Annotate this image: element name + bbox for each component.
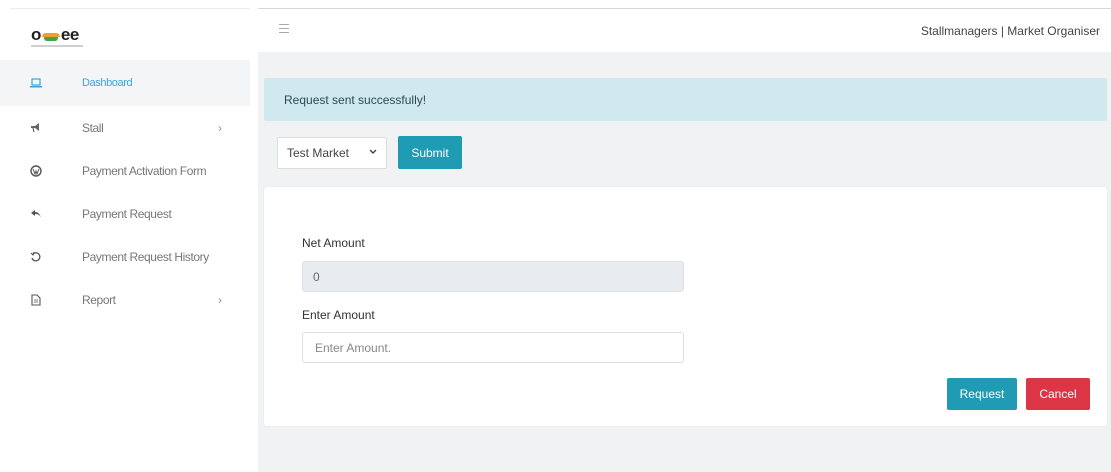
success-alert: Request sent successfully! [264,78,1107,121]
sidebar-item-label: Payment Activation Form [82,163,207,178]
logo-tagline [31,45,83,47]
sidebar-item-payment-activation-form[interactable]: Payment Activation Form [0,149,250,192]
hamburger-menu-icon[interactable] [279,24,289,33]
amount-card: Net Amount Enter Amount Request Cancel [264,187,1107,426]
net-amount-field [302,261,684,292]
sidebar-item-report[interactable]: Report › [0,278,250,321]
sidebar-nav: Dashboard Stall › Payment Activation For… [0,60,250,321]
laptop-icon [29,76,43,90]
sidebar-item-label: Report [82,292,116,307]
logo-text-left: o [31,25,41,44]
sidebar-item-dashboard[interactable]: Dashboard [0,60,250,106]
chevron-right-icon: › [218,120,222,135]
megaphone-icon [29,121,43,135]
sidebar-item-label: Dashboard [82,77,133,89]
chevron-down-icon [369,147,377,157]
top-header: Stallmanagers | Market Organiser [258,8,1111,52]
alert-message: Request sent successfully! [284,93,427,107]
sidebar-item-label: Stall [82,120,104,135]
wordpress-icon [29,164,43,178]
sidebar-item-label: Payment Request History [82,249,209,264]
submit-button[interactable]: Submit [398,136,462,169]
net-amount-label: Net Amount [302,236,365,250]
file-icon [29,293,43,307]
history-icon [29,250,43,264]
logo-text-right: ee [60,25,79,44]
cancel-button[interactable]: Cancel [1026,378,1090,410]
logo-mark-icon [41,31,60,43]
market-select-value: Test Market [287,146,350,160]
sidebar: o ee Dashboard Stall › Payment Activatio… [0,0,250,472]
market-select[interactable]: Test Market [277,137,387,169]
enter-amount-field[interactable] [302,332,684,363]
chevron-right-icon: › [218,292,222,307]
main-content: Request sent successfully! Test Market S… [258,52,1111,472]
reply-icon [29,207,43,221]
sidebar-divider [10,8,250,9]
sidebar-item-payment-request-history[interactable]: Payment Request History [0,235,250,278]
enter-amount-label: Enter Amount [302,308,375,322]
logo[interactable]: o ee [31,26,79,43]
user-role-label[interactable]: Stallmanagers | Market Organiser [921,24,1100,38]
sidebar-item-label: Payment Request [82,206,172,221]
sidebar-item-payment-request[interactable]: Payment Request [0,192,250,235]
sidebar-item-stall[interactable]: Stall › [0,106,250,149]
request-button[interactable]: Request [947,378,1017,410]
